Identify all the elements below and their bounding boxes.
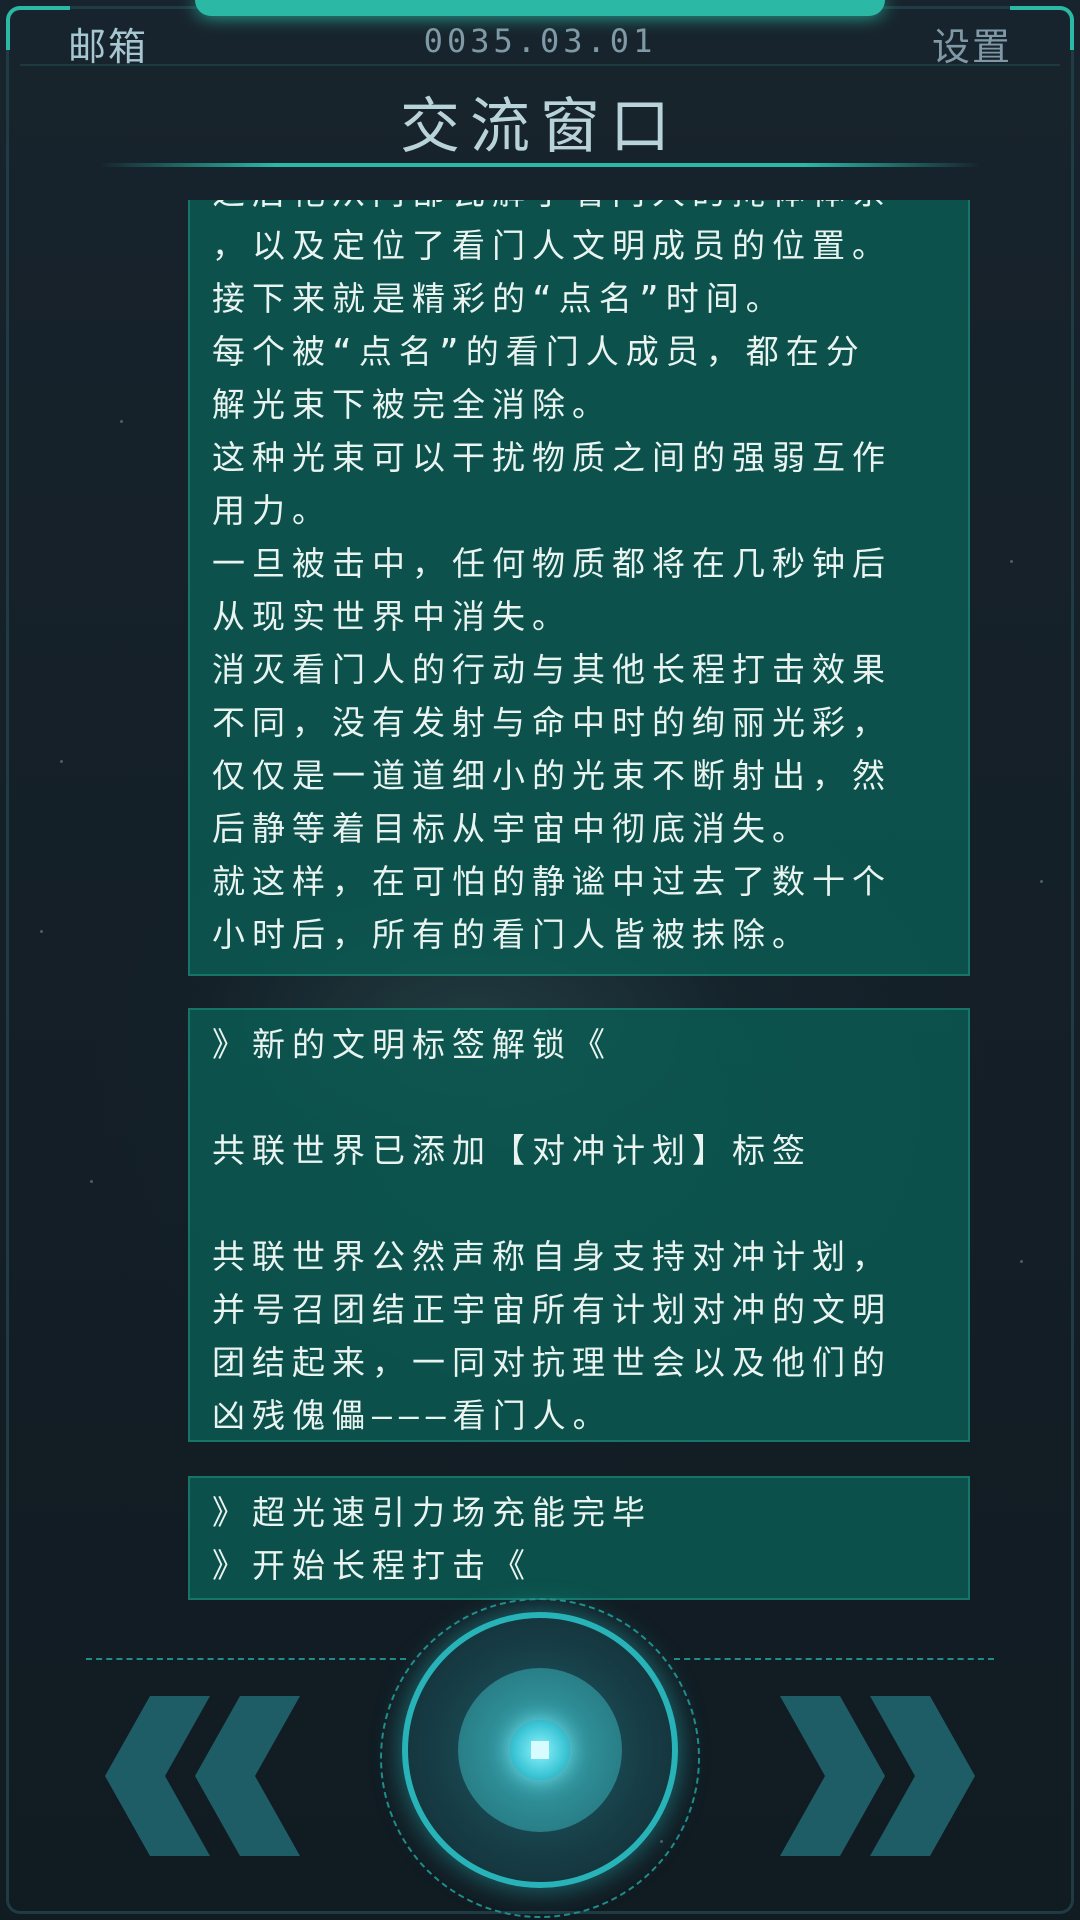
next-button[interactable] (760, 1696, 980, 1856)
message-line: 小时后，所有的看门人皆被抹除。 (212, 915, 812, 954)
message-line: 不同，没有发射与命中时的绚丽光彩， (212, 703, 892, 742)
message-line: 接下来就是精彩的“点名”时间。 (212, 279, 786, 318)
message-line: 》超光速引力场充能完毕 (212, 1493, 652, 1532)
message-line: 仅仅是一道道细小的光束不断射出，然 (212, 756, 892, 795)
game-date: 0035.03.01 (423, 22, 657, 60)
double-chevron-right-icon (780, 1696, 975, 1856)
message-line: 并号召团结正宇宙所有计划对冲的文明 (212, 1290, 892, 1329)
double-chevron-left-icon (105, 1696, 300, 1856)
message-line: 后静等着目标从宇宙中彻底消失。 (212, 809, 812, 848)
message-line: 从现实世界中消失。 (212, 597, 572, 636)
strike-status-card: 》超光速引力场充能完毕 》开始长程打击《 (188, 1476, 970, 1600)
control-dash-line-right (674, 1658, 994, 1660)
stop-icon (531, 1741, 549, 1759)
tag-unlock-card: 》新的文明标签解锁《 共联世界已添加【对冲计划】标签 共联世界公然声称自身支持对… (188, 1008, 970, 1442)
center-button-inner (458, 1668, 622, 1832)
message-line: 共联世界已添加【对冲计划】标签 (212, 1131, 812, 1170)
center-action-button[interactable] (402, 1612, 678, 1888)
message-line: 用力。 (212, 491, 332, 530)
message-line: 就这样，在可怕的静谧中过去了数十个 (212, 862, 892, 901)
message-line: ，以及定位了看门人文明成员的位置。 (212, 226, 892, 265)
control-dash-line-left (86, 1658, 406, 1660)
message-line: 共联世界公然声称自身支持对冲计划， (212, 1237, 892, 1276)
message-line: 解光束下被完全消除。 (212, 385, 612, 424)
message-line: 这种光束可以干扰物质之间的强弱互作 (212, 438, 892, 477)
previous-button[interactable] (100, 1696, 320, 1856)
message-line: 凶残傀儡———看门人。 (212, 1396, 613, 1435)
header-divider (20, 64, 1060, 66)
message-line: 》开始长程打击《 (212, 1546, 532, 1585)
message-line: 每个被“点名”的看门人成员，都在分 (212, 332, 866, 371)
message-card: 之后祂从内部瓦解了看门人的掩体体系 ，以及定位了看门人文明成员的位置。 接下来就… (188, 200, 970, 976)
center-button-core (510, 1720, 570, 1780)
message-scroll-area[interactable]: 之后祂从内部瓦解了看门人的掩体体系 ，以及定位了看门人文明成员的位置。 接下来就… (0, 200, 1080, 1610)
message-line: 消灭看门人的行动与其他长程打击效果 (212, 650, 892, 689)
page-title: 交流窗口 (400, 92, 680, 162)
title-underline (100, 163, 980, 167)
message-line: 》新的文明标签解锁《 (212, 1025, 612, 1064)
message-line: 一旦被击中，任何物质都将在几秒钟后 (212, 544, 892, 583)
message-line: 之后祂从内部瓦解了看门人的掩体体系 (212, 200, 946, 219)
top-glow-bar (195, 0, 885, 16)
settings-button[interactable]: 设置 (932, 16, 1012, 71)
message-line: 团结起来，一同对抗理世会以及他们的 (212, 1343, 892, 1382)
